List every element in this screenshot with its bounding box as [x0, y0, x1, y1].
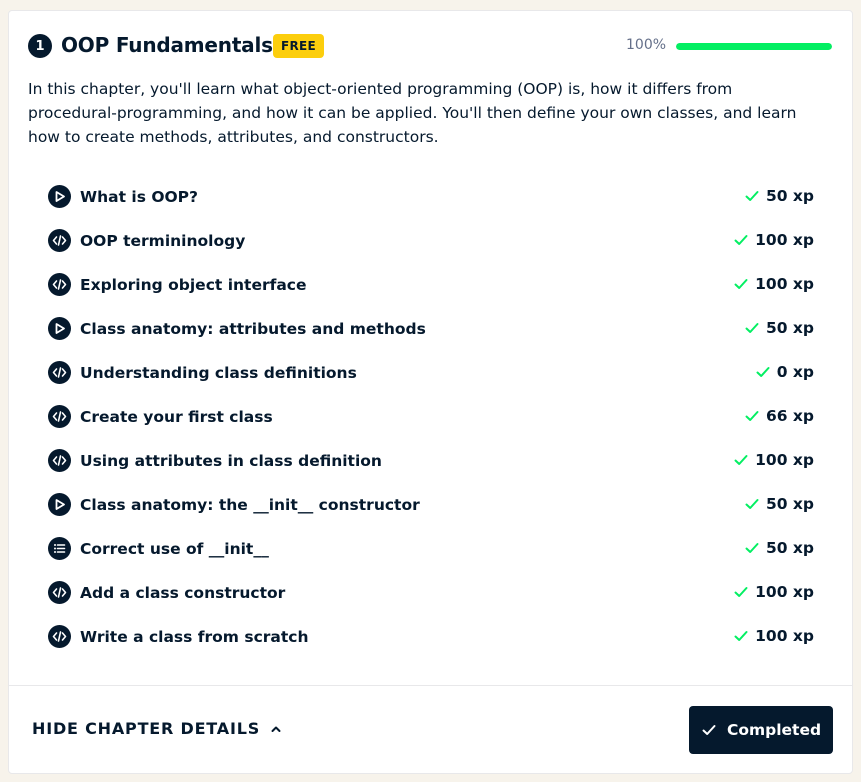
code-icon — [48, 449, 71, 472]
lesson-xp: 66 xp — [744, 405, 814, 427]
check-icon — [745, 411, 759, 421]
lesson-xp: 100 xp — [733, 229, 814, 251]
chevron-up-icon — [271, 726, 281, 732]
lesson-title: Class anatomy: attributes and methods — [80, 320, 426, 338]
lesson-xp-value: 100 xp — [755, 275, 814, 293]
completed-label: Completed — [726, 721, 822, 739]
lesson-row[interactable]: Write a class from scratch 100 xp — [48, 617, 814, 661]
footer-divider — [9, 685, 852, 686]
lesson-row[interactable]: Class anatomy: the __init__ constructor 5… — [48, 485, 814, 529]
lesson-list: What is OOP? 50 xp OOP termininology 100 xp… — [48, 177, 814, 661]
lesson-xp-value: 100 xp — [755, 231, 814, 249]
progress-bar-fill — [676, 43, 832, 50]
code-icon — [48, 625, 71, 648]
chapter-card: 1 OOP Fundamentals FREE 100% In this cha… — [8, 10, 853, 774]
lesson-xp: 50 xp — [744, 493, 814, 515]
hide-chapter-details-toggle[interactable]: HIDE CHAPTER DETAILS — [32, 719, 282, 738]
check-icon — [734, 279, 748, 289]
code-icon — [48, 405, 71, 428]
check-icon — [734, 587, 748, 597]
chapter-number: 1 — [28, 34, 52, 58]
lesson-xp-value: 50 xp — [765, 187, 814, 205]
check-icon — [745, 499, 759, 509]
lesson-xp: 100 xp — [733, 581, 814, 603]
lesson-xp-value: 66 xp — [765, 407, 814, 425]
lesson-row[interactable]: Correct use of __init__ 50 xp — [48, 529, 814, 573]
check-icon — [734, 455, 748, 465]
lesson-title: Write a class from scratch — [80, 628, 309, 646]
check-icon — [734, 235, 748, 245]
lesson-xp: 50 xp — [744, 185, 814, 207]
completed-button[interactable]: Completed — [689, 706, 833, 754]
lesson-title: Create your first class — [80, 408, 273, 426]
lesson-row[interactable]: Using attributes in class definition 100 … — [48, 441, 814, 485]
check-icon — [756, 367, 770, 377]
lesson-title: Add a class constructor — [80, 584, 286, 602]
list-icon — [48, 537, 71, 560]
lesson-title: Class anatomy: the __init__ constructor — [80, 496, 420, 514]
toggle-label: HIDE CHAPTER DETAILS — [32, 719, 261, 738]
code-icon — [48, 581, 71, 604]
play-icon — [48, 317, 71, 340]
lesson-title: Exploring object interface — [80, 276, 307, 294]
lesson-xp-value: 100 xp — [755, 583, 814, 601]
code-icon — [48, 273, 71, 296]
lesson-xp-value: 100 xp — [755, 627, 814, 645]
play-icon — [48, 185, 71, 208]
free-badge: FREE — [273, 34, 325, 58]
lesson-xp-value: 50 xp — [765, 495, 814, 513]
lesson-xp: 50 xp — [744, 537, 814, 559]
lesson-row[interactable]: What is OOP? 50 xp — [48, 177, 814, 221]
lesson-row[interactable]: Exploring object interface 100 xp — [48, 265, 814, 309]
check-icon — [734, 631, 748, 641]
lesson-xp: 100 xp — [733, 273, 814, 295]
lesson-xp: 100 xp — [733, 625, 814, 647]
chapter-description: In this chapter, you'll learn what objec… — [28, 80, 797, 146]
lesson-xp: 0 xp — [755, 361, 814, 383]
lesson-row[interactable]: Create your first class 66 xp — [48, 397, 814, 441]
code-icon — [48, 361, 71, 384]
lesson-row[interactable]: Class anatomy: attributes and methods 50 … — [48, 309, 814, 353]
lesson-xp: 50 xp — [744, 317, 814, 339]
check-icon — [745, 323, 759, 333]
lesson-title: Understanding class definitions — [80, 364, 357, 382]
lesson-row[interactable]: OOP termininology 100 xp — [48, 221, 814, 265]
lesson-title: OOP termininology — [80, 232, 246, 250]
progress-bar — [676, 43, 832, 50]
check-icon — [702, 725, 716, 735]
lesson-row[interactable]: Understanding class definitions 0 xp — [48, 353, 814, 397]
lesson-title: What is OOP? — [80, 188, 199, 206]
chapter-header: 1 OOP Fundamentals FREE 100% — [28, 31, 832, 61]
chapter-title: OOP Fundamentals — [61, 33, 273, 57]
lesson-xp-value: 100 xp — [755, 451, 814, 469]
code-icon — [48, 229, 71, 252]
lesson-xp: 100 xp — [733, 449, 814, 471]
lesson-title: Using attributes in class definition — [80, 452, 382, 470]
check-icon — [745, 543, 759, 553]
progress-percent: 100% — [626, 37, 667, 53]
play-icon — [48, 493, 71, 516]
check-icon — [745, 191, 759, 201]
lesson-xp-value: 50 xp — [765, 319, 814, 337]
lesson-xp-value: 50 xp — [765, 539, 814, 557]
lesson-xp-value: 0 xp — [776, 363, 814, 381]
lesson-title: Correct use of __init__ — [80, 540, 269, 558]
lesson-row[interactable]: Add a class constructor 100 xp — [48, 573, 814, 617]
